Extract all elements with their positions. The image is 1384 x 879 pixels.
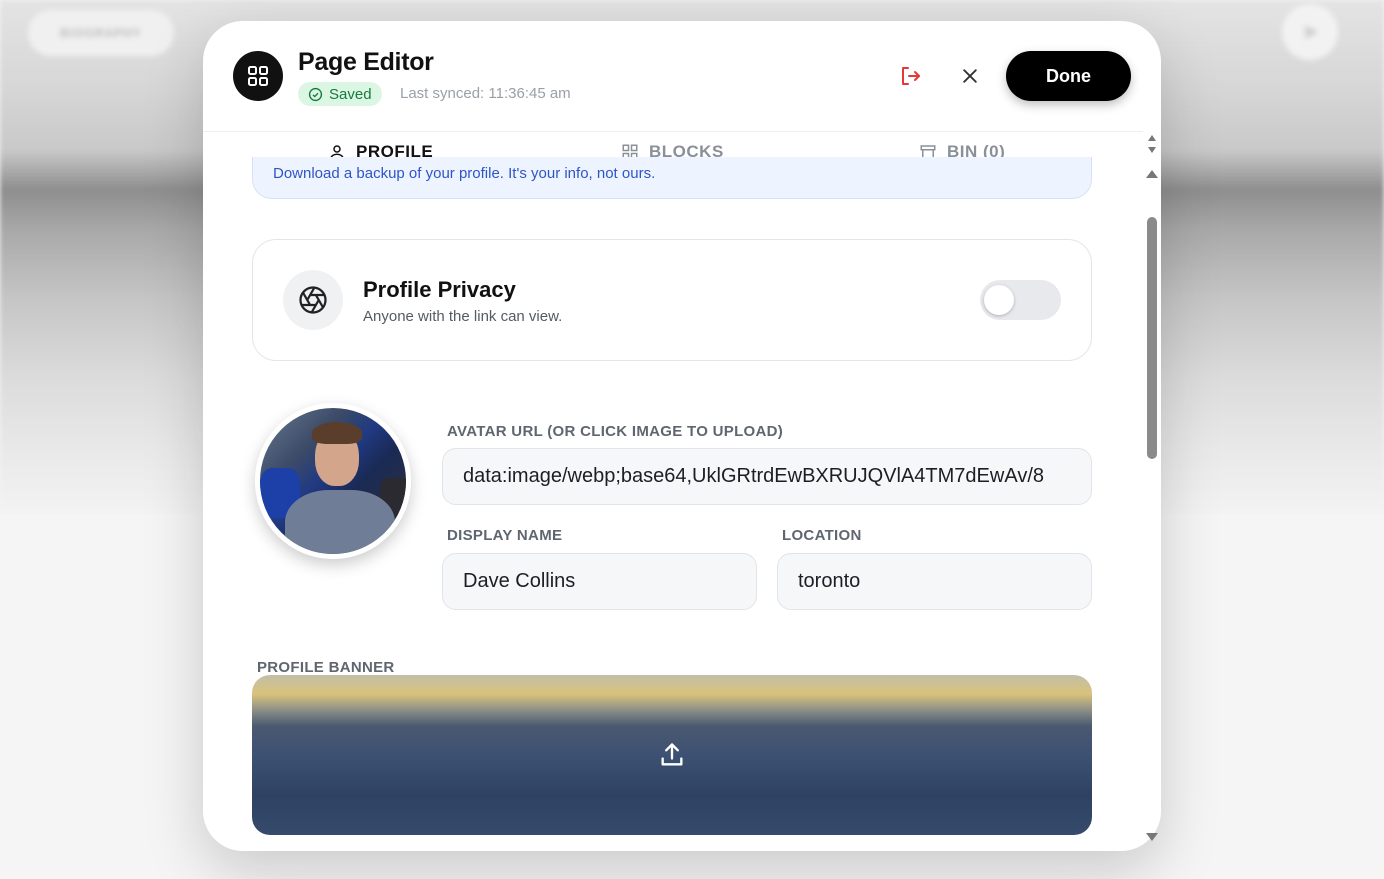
- app-grid-logo-icon: [233, 51, 283, 101]
- tab-profile-label: PROFILE: [356, 142, 434, 157]
- profile-privacy-card: Profile Privacy Anyone with the link can…: [252, 239, 1092, 361]
- scrollbar-up-arrow-icon[interactable]: [1145, 166, 1159, 178]
- page-title: Page Editor: [298, 48, 434, 76]
- avatar-upload[interactable]: [255, 403, 411, 559]
- archive-icon: [920, 145, 936, 157]
- scrollbar-arrows-icon[interactable]: [1146, 133, 1158, 157]
- done-button[interactable]: Done: [1006, 51, 1131, 101]
- export-description: Download a backup of your profile. It's …: [273, 165, 656, 182]
- display-name-input[interactable]: Dave Collins: [442, 553, 757, 610]
- avatar-url-input[interactable]: data:image/webp;base64,UklGRtrdEwBXRUJQV…: [442, 448, 1092, 505]
- editor-tabs: PROFILE BLOCKS BIN (0): [203, 131, 1143, 157]
- close-icon: [963, 69, 977, 83]
- grid-icon: [622, 144, 638, 157]
- tab-bin-label: BIN (0): [947, 142, 1006, 157]
- tab-profile[interactable]: PROFILE: [328, 142, 433, 157]
- privacy-title: Profile Privacy: [363, 277, 516, 302]
- privacy-aperture-icon: [283, 270, 343, 330]
- status-badge: Saved: [298, 82, 382, 106]
- scrollbar-down-arrow-icon[interactable]: [1145, 829, 1159, 841]
- privacy-toggle[interactable]: [980, 280, 1061, 320]
- page-editor-modal: Page Editor Saved Last synced: 11:36:45 …: [203, 21, 1161, 851]
- close-button[interactable]: [956, 62, 984, 90]
- background-biography-pill: BIOGRAPHY: [28, 10, 174, 56]
- avatar-url-label: AVATAR URL (OR CLICK IMAGE TO UPLOAD): [447, 423, 784, 440]
- privacy-subtitle: Anyone with the link can view.: [363, 308, 563, 325]
- modal-scroll-content: Download a backup of your profile. It's …: [203, 157, 1143, 851]
- avatar-photo-hair: [312, 422, 362, 444]
- tab-bin[interactable]: BIN (0): [919, 142, 1005, 157]
- export-backup-card: Download a backup of your profile. It's …: [252, 157, 1092, 199]
- modal-header: Page Editor Saved Last synced: 11:36:45 …: [203, 21, 1161, 131]
- status-badge-label: Saved: [329, 85, 372, 103]
- tab-blocks-label: BLOCKS: [649, 142, 724, 157]
- scrollbar-thumb[interactable]: [1147, 217, 1157, 459]
- last-synced-text: Last synced: 11:36:45 am: [400, 85, 571, 102]
- tab-blocks[interactable]: BLOCKS: [621, 142, 724, 157]
- display-name-label: DISPLAY NAME: [447, 527, 563, 544]
- check-circle-icon: [308, 87, 323, 101]
- location-input[interactable]: toronto: [777, 553, 1092, 610]
- upload-icon: [656, 739, 688, 771]
- privacy-toggle-knob: [984, 285, 1014, 315]
- user-icon: [330, 145, 344, 157]
- location-label: LOCATION: [782, 527, 862, 544]
- logout-button[interactable]: [896, 62, 924, 90]
- profile-banner-label: PROFILE BANNER: [257, 659, 395, 676]
- logout-icon: [902, 67, 920, 85]
- avatar-photo-shirt: [285, 490, 395, 554]
- profile-banner-upload[interactable]: [252, 675, 1092, 835]
- background-share-icon: ➤: [1282, 4, 1338, 60]
